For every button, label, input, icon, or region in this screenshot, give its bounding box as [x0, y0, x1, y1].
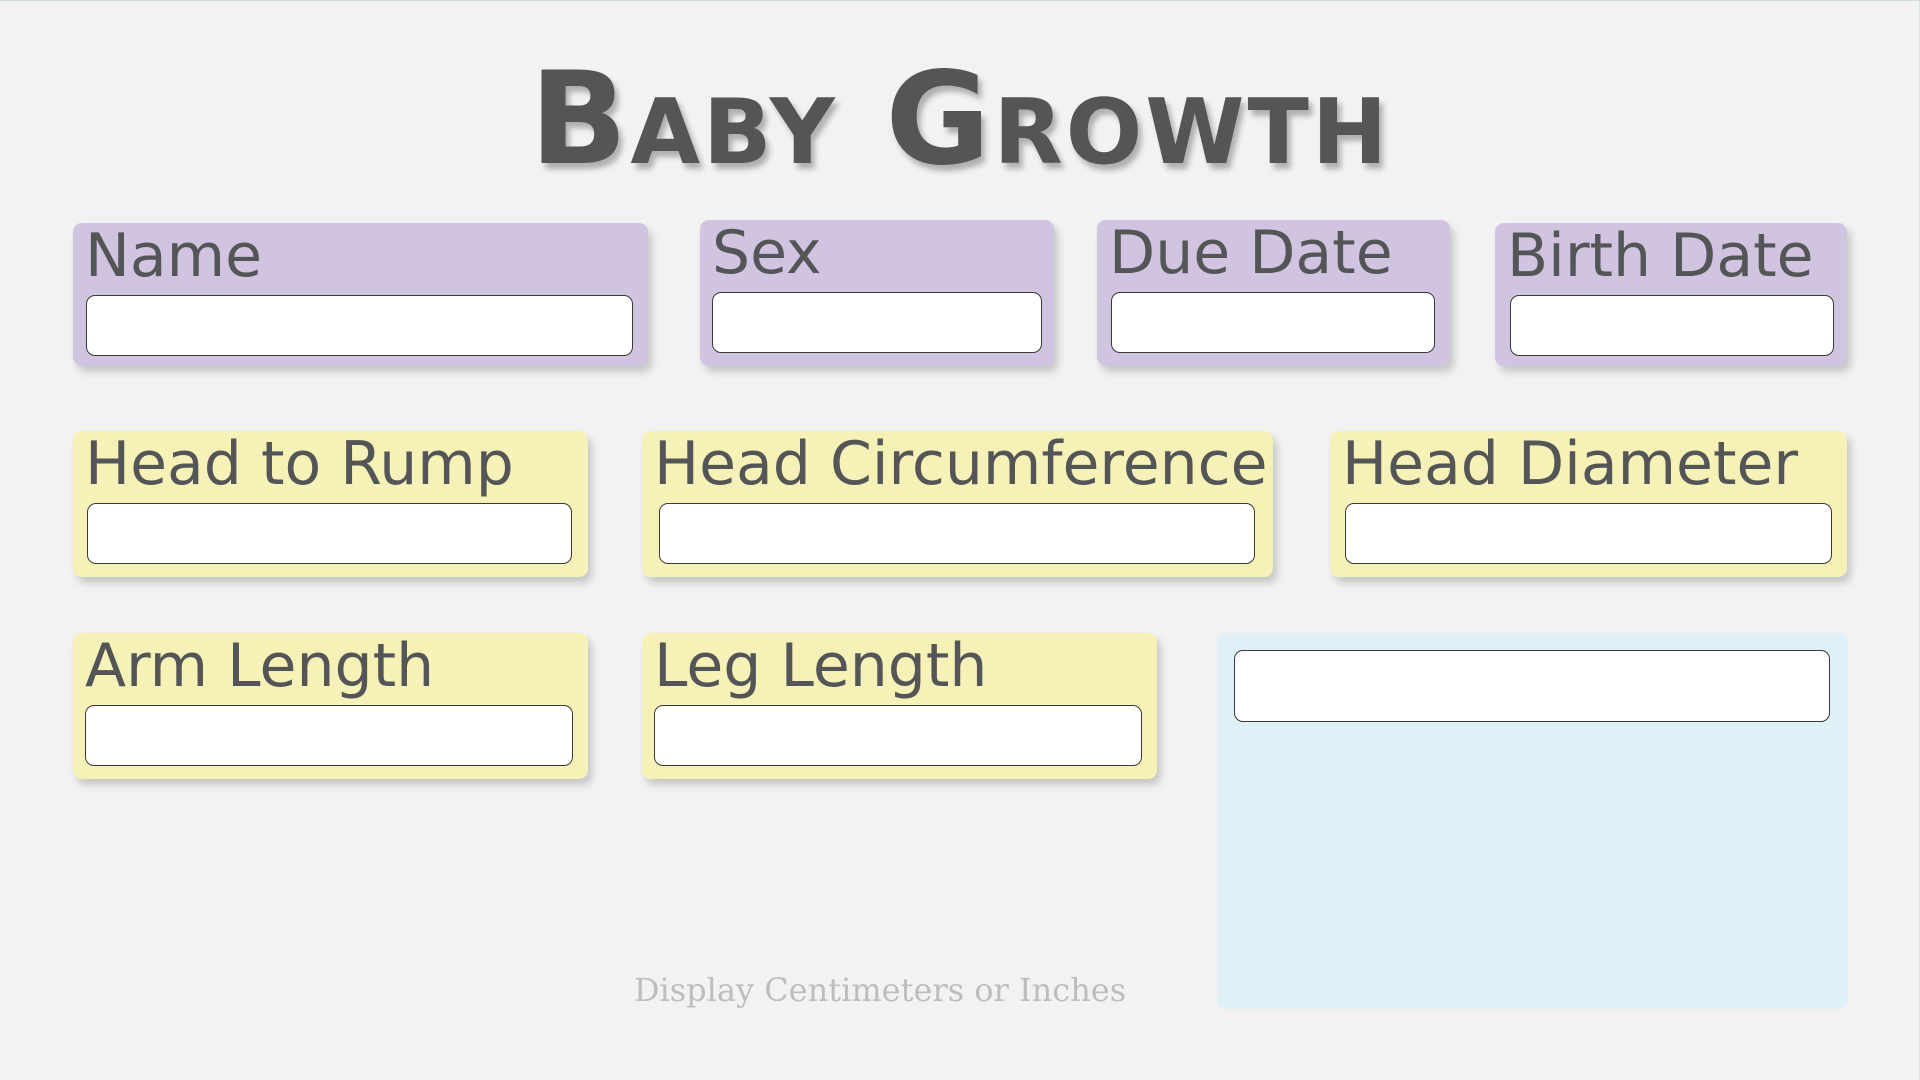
unit-toggle-link[interactable]: Display Centimeters or Inches	[600, 970, 1160, 1010]
leg-length-input[interactable]	[654, 705, 1142, 766]
due-date-input[interactable]	[1111, 292, 1435, 353]
notes-panel	[1217, 633, 1848, 1009]
head-diameter-label: Head Diameter	[1342, 429, 1799, 499]
arm-length-input[interactable]	[85, 705, 573, 766]
due-date-card: Due Date	[1097, 220, 1450, 366]
birth-date-card: Birth Date	[1495, 223, 1847, 366]
page-title: Baby Growth	[529, 45, 1391, 194]
head-circumference-input[interactable]	[659, 503, 1255, 564]
head-circumference-card: Head Circumference	[642, 431, 1273, 577]
sex-input[interactable]	[712, 292, 1042, 353]
notes-input[interactable]	[1234, 650, 1830, 722]
head-diameter-input[interactable]	[1345, 503, 1832, 564]
birth-date-label: Birth Date	[1507, 221, 1814, 291]
name-input[interactable]	[86, 295, 633, 356]
top-border	[0, 0, 1920, 1]
due-date-label: Due Date	[1109, 218, 1393, 288]
leg-length-card: Leg Length	[642, 633, 1157, 779]
birth-date-input[interactable]	[1510, 295, 1834, 356]
name-label: Name	[85, 221, 263, 291]
head-to-rump-card: Head to Rump	[73, 431, 588, 577]
leg-length-label: Leg Length	[654, 631, 988, 701]
head-to-rump-input[interactable]	[87, 503, 572, 564]
head-circumference-label: Head Circumference	[654, 429, 1268, 499]
sex-label: Sex	[712, 218, 822, 288]
name-card: Name	[73, 223, 648, 366]
head-diameter-card: Head Diameter	[1330, 431, 1847, 577]
arm-length-card: Arm Length	[73, 633, 588, 779]
head-to-rump-label: Head to Rump	[85, 429, 514, 499]
sex-card: Sex	[700, 220, 1054, 366]
arm-length-label: Arm Length	[85, 631, 435, 701]
